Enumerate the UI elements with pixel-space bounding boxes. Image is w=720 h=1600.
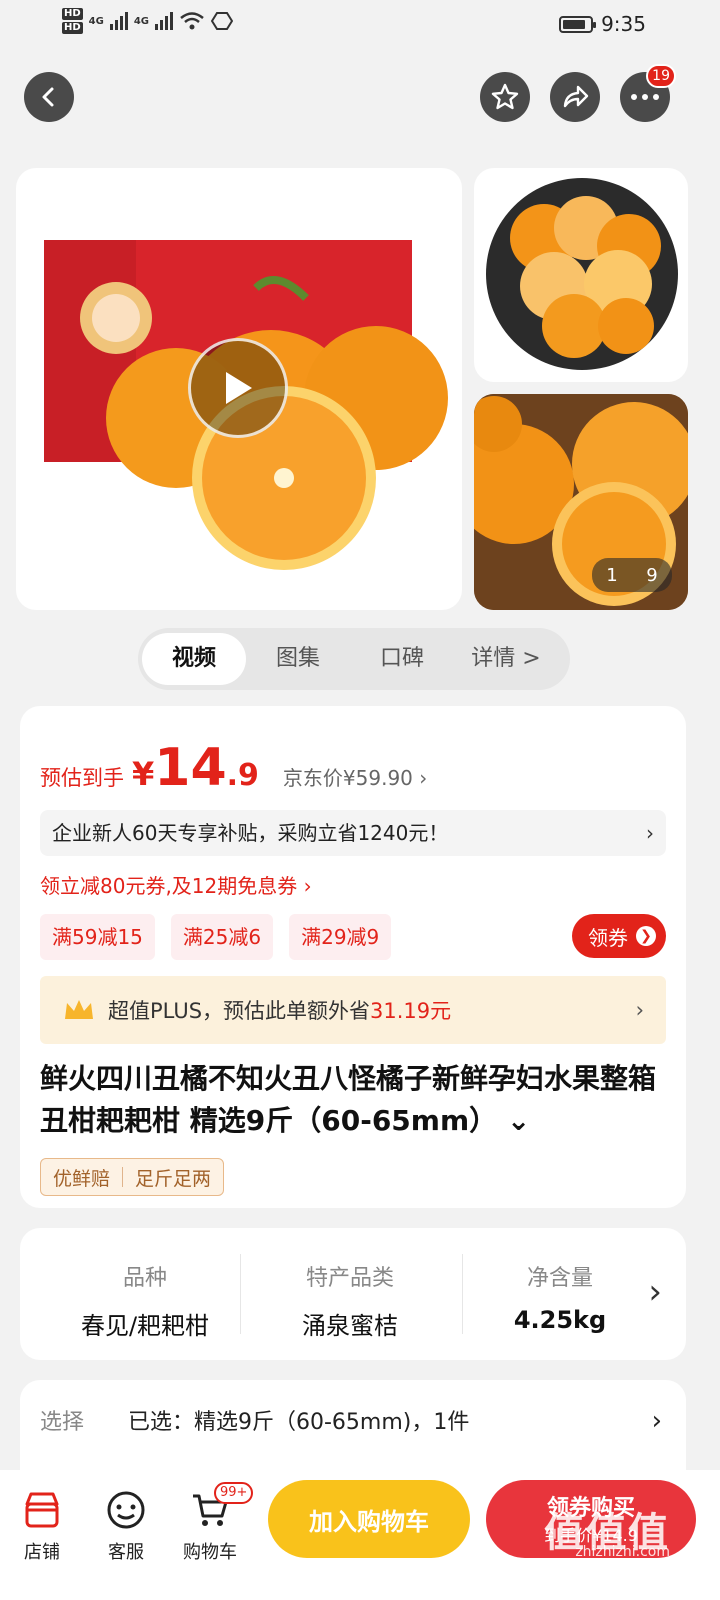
status-icons: HD HD 4G 4G xyxy=(62,8,234,34)
spec-value: 4.25kg xyxy=(513,1306,607,1334)
chevron-left-icon xyxy=(42,87,54,107)
get-coupon-button[interactable]: 领券 ❯ xyxy=(572,914,666,958)
spec-key: 品种 xyxy=(122,1266,167,1291)
coupon-link[interactable]: 领立减80元券,及12期免息券 › xyxy=(40,870,312,899)
hd-indicator: HD HD xyxy=(62,8,83,34)
tab-video[interactable]: 视频 xyxy=(142,633,246,685)
get-coupon-label: 领券 xyxy=(588,925,628,950)
plus-savings-banner[interactable]: 超值PLUS，预估此单额外省 31.19元 › xyxy=(40,976,666,1044)
hd-label-1: HD xyxy=(62,8,83,20)
tab-reviews[interactable]: 口碑 xyxy=(350,633,454,685)
crown-icon xyxy=(65,1000,93,1019)
service-tags[interactable]: 优鲜赔 足斤足两 xyxy=(40,1158,225,1196)
media-tabs: 视频 图集 口碑 详情 > xyxy=(138,628,570,690)
main-product-image[interactable] xyxy=(16,168,462,610)
store-icon xyxy=(25,1492,59,1528)
service-tag: 足斤足两 xyxy=(135,1167,212,1190)
coupon-chip[interactable]: 满29减9 xyxy=(289,914,392,960)
signal-icon xyxy=(109,12,128,30)
battery-icon xyxy=(559,15,597,33)
cart-badge: 99+ xyxy=(214,1482,254,1504)
store-label: 店铺 xyxy=(24,1542,60,1563)
cart-label: 购物车 xyxy=(183,1542,237,1563)
customer-service-icon xyxy=(107,1491,145,1529)
spec-variety: 品种 春见/耙耙柑 xyxy=(50,1260,240,1341)
divider xyxy=(462,1254,463,1334)
share-button[interactable] xyxy=(550,72,600,122)
spec-net-weight: 净含量 4.25kg xyxy=(490,1260,630,1334)
currency-symbol: ¥ xyxy=(132,755,155,793)
plus-amount: 31.19元 xyxy=(370,999,452,1023)
watermark-url: zhizhizhi.com xyxy=(575,1544,670,1560)
tab-details[interactable]: 详情 > xyxy=(454,633,558,685)
subsidy-text: 企业新人60天专享补贴，采购立省1240元！ xyxy=(52,821,449,845)
chevron-right-icon: › xyxy=(635,998,644,1022)
price-decimal: .9 xyxy=(226,758,259,793)
wifi-icon xyxy=(180,12,204,30)
thumbnail-image-2[interactable]: 1 9 xyxy=(474,394,688,610)
thumbnail-image-1[interactable] xyxy=(474,168,688,382)
network-type-2: 4G xyxy=(133,15,150,27)
store-button[interactable]: 店铺 xyxy=(2,1488,82,1564)
spec-key: 净含量 xyxy=(526,1266,593,1291)
play-icon xyxy=(226,372,252,404)
bottom-action-bar: 店铺 客服 99+ 购物车 加入购物车 领券购买 到手价¥14.9 值值值 zh… xyxy=(0,1470,720,1600)
image-counter: 1 9 xyxy=(592,558,672,592)
specs-card[interactable]: 品种 春见/耙耙柑 特产品类 涌泉蜜桔 净含量 4.25kg › xyxy=(20,1228,686,1360)
spec-key: 特产品类 xyxy=(305,1266,394,1291)
estimated-price-label: 预估到手 xyxy=(40,766,124,790)
status-right: 9:35 xyxy=(559,12,646,36)
network-type-1: 4G xyxy=(88,15,104,27)
coupon-chip[interactable]: 满59减15 xyxy=(40,914,155,960)
more-button[interactable]: 19 xyxy=(620,64,676,122)
favorite-button[interactable] xyxy=(480,72,530,122)
status-bar: HD HD 4G 4G 9:35 xyxy=(0,0,720,50)
notification-icon xyxy=(211,12,234,30)
arrow-circle-icon: ❯ xyxy=(636,926,656,946)
buy-with-coupon-button[interactable]: 领券购买 到手价¥14.9 值值值 zhizhizhi.com xyxy=(486,1480,696,1560)
share-icon xyxy=(563,85,589,108)
chevron-right-icon: › xyxy=(651,1406,662,1436)
product-info-card: 预估到手 ¥ 14 .9 京东价¥59.90 › 企业新人60天专享补贴，采购立… xyxy=(20,706,686,1208)
coupon-chips: 满59减15 满25减6 满29减9 xyxy=(40,914,392,960)
thumbnail-photo-1 xyxy=(486,178,678,370)
chevron-right-icon: › xyxy=(648,1272,662,1312)
price-row: 预估到手 ¥ 14 .9 京东价¥59.90 › xyxy=(40,742,427,794)
more-icon xyxy=(631,94,659,100)
spec-value: 涌泉蜜桔 xyxy=(302,1312,398,1340)
product-title-text: 鲜火四川丑橘不知火丑八怪橘子新鲜孕妇水果整箱丑柑耙耙柑 精选9斤（60-65mm… xyxy=(40,1062,657,1137)
spec-value: 春见/耙耙柑 xyxy=(80,1312,210,1340)
selected-variant: 已选：精选9斤（60-65mm)，1件 xyxy=(128,1410,470,1435)
signal-icon-2 xyxy=(155,12,174,30)
message-badge: 19 xyxy=(646,64,676,88)
tab-gallery[interactable]: 图集 xyxy=(246,633,350,685)
customer-service-button[interactable]: 客服 xyxy=(86,1488,166,1564)
product-title[interactable]: 鲜火四川丑橘不知火丑八怪橘子新鲜孕妇水果整箱丑柑耙耙柑 精选9斤（60-65mm… xyxy=(40,1058,680,1142)
counter-total: 9 xyxy=(646,564,658,586)
back-button[interactable] xyxy=(24,72,74,122)
spec-category: 特产品类 涌泉蜜桔 xyxy=(250,1260,450,1341)
play-video-button[interactable] xyxy=(188,338,288,438)
select-label: 选择 xyxy=(40,1410,85,1435)
coupon-chip[interactable]: 满25减6 xyxy=(170,914,274,960)
star-icon xyxy=(491,83,519,110)
hd-label-2: HD xyxy=(62,22,83,34)
add-to-cart-button[interactable]: 加入购物车 xyxy=(268,1480,470,1558)
enterprise-subsidy-banner[interactable]: 企业新人60天专享补贴，采购立省1240元！ › xyxy=(40,810,666,856)
cart-button[interactable]: 99+ 购物车 xyxy=(170,1482,254,1564)
plus-text: 超值PLUS，预估此单额外省 xyxy=(108,999,371,1023)
counter-current: 1 xyxy=(606,564,618,586)
chevron-down-icon: ⌄ xyxy=(506,1104,531,1137)
service-tag: 优鲜赔 xyxy=(53,1167,111,1190)
jd-price-link[interactable]: 京东价¥59.90 › xyxy=(283,762,427,791)
divider xyxy=(240,1254,241,1334)
customer-service-label: 客服 xyxy=(108,1542,144,1563)
price-integer: 14 xyxy=(154,738,227,798)
clock: 9:35 xyxy=(601,12,646,36)
chevron-right-icon: › xyxy=(646,821,654,845)
